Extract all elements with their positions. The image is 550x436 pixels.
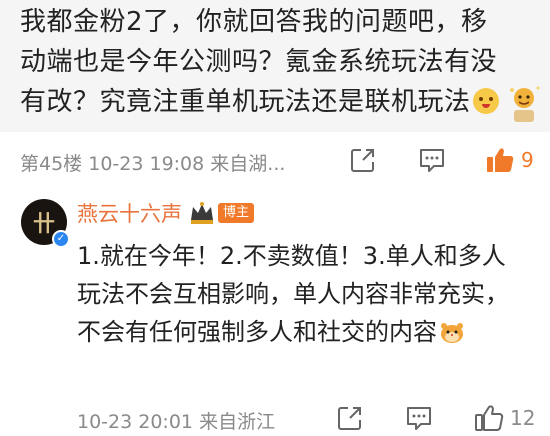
quoted-comment[interactable]: 我都金粉2了，你就回答我的问题吧，移动端也是今年公测吗？氪金系统玩法有没有改？究… xyxy=(0,0,550,132)
comment-icon xyxy=(407,407,431,430)
quoted-comment-text: 我都金粉2了，你就回答我的问题吧，移动端也是今年公测吗？氪金系统玩法有没有改？究… xyxy=(20,2,510,122)
like-count: 12 xyxy=(510,406,536,430)
comment-button[interactable] xyxy=(405,403,433,433)
comment-location: 来自湖... xyxy=(210,153,286,175)
quoted-comment-meta-text: 第45楼 10-23 19:08 来自湖... xyxy=(20,149,285,176)
blogger-badge: 博主 xyxy=(218,203,255,223)
like-button[interactable]: 9 xyxy=(485,145,534,175)
share-icon xyxy=(351,149,374,172)
reply-author-row: 燕云十六声 博主 xyxy=(77,198,255,228)
thumbs-up-icon xyxy=(487,148,514,172)
smiling-face-emoji-icon xyxy=(472,88,499,114)
share-icon xyxy=(338,407,361,430)
thumbs-up-icon xyxy=(475,405,504,431)
share-button[interactable] xyxy=(350,145,376,175)
reply-meta-text: 10-23 20:01 来自浙江 xyxy=(77,407,275,434)
quoted-comment-body: 我都金粉2了，你就回答我的问题吧，移动端也是今年公测吗？氪金系统玩法有没有改？究… xyxy=(20,7,498,117)
comment-icon xyxy=(420,149,444,172)
like-count: 9 xyxy=(521,148,534,172)
hamster-emoji-icon xyxy=(441,323,463,343)
like-button[interactable]: 12 xyxy=(474,403,535,433)
sticker-icon xyxy=(510,86,540,122)
reply-text: 1.就在今年！2.不卖数值！3.单人和多人玩法不会互相影响，单人内容非常充实，不… xyxy=(77,237,527,351)
reply-meta: 10-23 20:01 来自浙江 12 xyxy=(20,403,535,434)
comment-button[interactable] xyxy=(418,145,446,175)
share-button[interactable] xyxy=(337,403,363,433)
author-name[interactable]: 燕云十六声 xyxy=(77,198,182,228)
quoted-comment-meta: 第45楼 10-23 19:08 来自湖... 9 xyxy=(20,145,534,176)
comment-time: 10-23 19:08 xyxy=(88,153,205,175)
reply-location: 来自浙江 xyxy=(199,411,276,433)
reply-time: 10-23 20:01 xyxy=(77,411,194,433)
floor-number: 第45楼 xyxy=(20,153,83,175)
avatar[interactable]: 卄 ✓ xyxy=(21,199,70,248)
verified-icon: ✓ xyxy=(52,230,70,248)
crown-icon xyxy=(191,202,213,224)
